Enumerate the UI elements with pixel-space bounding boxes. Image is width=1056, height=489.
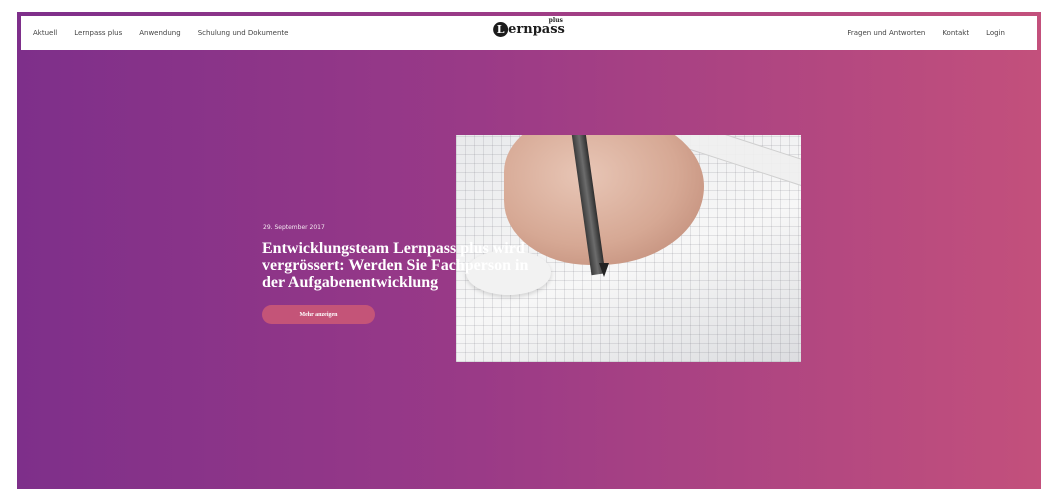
top-navigation: Aktuell Lernpass plus Anwendung Schulung… xyxy=(21,16,1037,50)
more-button[interactable]: Mehr anzeigen xyxy=(262,305,375,324)
nav-link-login[interactable]: Login xyxy=(986,29,1005,37)
nav-link-kontakt[interactable]: Kontakt xyxy=(942,29,969,37)
lernpass-logo[interactable]: L ernpass plus xyxy=(493,17,565,37)
nav-link-faq[interactable]: Fragen und Antworten xyxy=(847,29,925,37)
hero-section: Aktuell Lernpass plus Anwendung Schulung… xyxy=(17,12,1041,489)
logo-word: ernpass xyxy=(508,22,565,37)
nav-link-schulung[interactable]: Schulung und Dokumente xyxy=(198,29,289,37)
nav-right-group: Fragen und Antworten Kontakt Login xyxy=(847,29,1005,37)
nav-link-lernpass-plus[interactable]: Lernpass plus xyxy=(74,29,122,37)
logo-plus: plus xyxy=(548,17,563,24)
logo-initial: L xyxy=(493,22,509,37)
article-headline[interactable]: Entwicklungsteam Lernpass plus wird verg… xyxy=(262,240,552,291)
nav-link-anwendung[interactable]: Anwendung xyxy=(139,29,180,37)
nav-link-aktuell[interactable]: Aktuell xyxy=(33,29,57,37)
nav-left-group: Aktuell Lernpass plus Anwendung Schulung… xyxy=(33,29,288,37)
article-date: 29. September 2017 xyxy=(263,224,325,231)
pencil-tip-shape xyxy=(599,263,609,277)
